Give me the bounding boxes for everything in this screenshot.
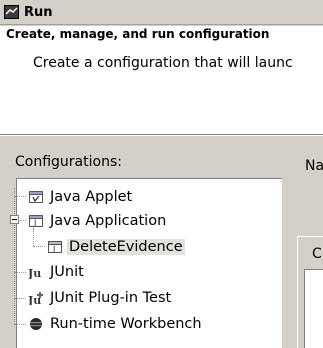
tree-connector [14, 272, 26, 273]
tree-item-label: JUnit [50, 264, 84, 280]
svg-text:J: J [33, 219, 36, 228]
tree-connector [14, 196, 26, 197]
java-applet-icon [29, 191, 43, 203]
dialog-header [0, 26, 323, 135]
java-config-icon: J [48, 241, 62, 254]
header-title: Create, manage, and run configuration [6, 27, 270, 41]
workbench-icon [30, 318, 42, 330]
tree-item-label: DeleteEvidence [67, 239, 185, 255]
tree-item-runtime-workbench[interactable]: Run-time Workbench [28, 313, 204, 335]
window-title: Run [24, 5, 53, 20]
junit-icon: Ju [28, 267, 41, 279]
tree-item-java-applet[interactable]: Java Applet [28, 186, 134, 208]
title-bar[interactable]: Run [0, 0, 323, 25]
tree-connector [20, 220, 26, 221]
svg-text:Ju: Ju [28, 267, 41, 279]
collapse-toggle[interactable] [10, 215, 19, 224]
header-description: Create a configuration that will launc [33, 55, 293, 71]
tree-item-label: Java Applet [50, 189, 133, 205]
tree-item-label: JUnit Plug-in Test [50, 290, 172, 306]
editor-content-area [304, 269, 323, 348]
header-divider [0, 135, 323, 136]
tree-item-java-application[interactable]: J Java Application [28, 210, 168, 232]
name-label: Na [305, 158, 323, 174]
tree-connector [14, 188, 15, 324]
run-app-icon [4, 5, 19, 19]
editor-tab-label[interactable]: C [312, 246, 322, 262]
tree-connector [33, 246, 45, 247]
tree-item-label: Java Application [50, 213, 167, 229]
java-application-icon: J [29, 215, 43, 228]
tree-connector [14, 298, 26, 299]
tree-connector [14, 324, 26, 325]
tree-item-junit[interactable]: Ju JUnit [28, 261, 86, 283]
tree-item-junit-plugin-test[interactable]: Ju JUnit Plug-in Test [28, 287, 173, 309]
junit-plugin-icon: Ju [28, 292, 43, 305]
configurations-label: Configurations: [15, 154, 122, 170]
tree-item-deleteevidence[interactable]: J DeleteEvidence [47, 236, 185, 258]
tree-item-label: Run-time Workbench [50, 316, 202, 332]
svg-text:J: J [52, 245, 55, 254]
